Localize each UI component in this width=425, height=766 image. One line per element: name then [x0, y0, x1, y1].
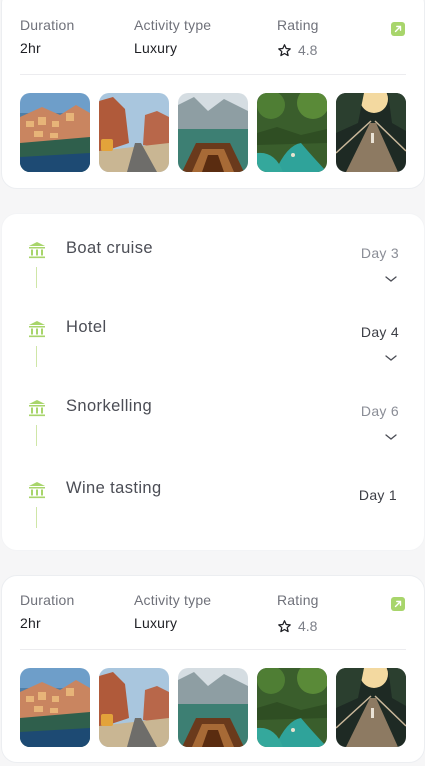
jungle-river-photo[interactable]: [257, 93, 327, 172]
photo-gallery: [20, 668, 406, 747]
coastal-village-photo[interactable]: [20, 93, 90, 172]
external-link-icon[interactable]: [391, 22, 405, 36]
timeline-item-day: Day 3: [360, 245, 399, 261]
coastal-village-photo[interactable]: [20, 668, 90, 747]
rating-display: 4.8: [277, 42, 317, 58]
star-outline-icon: [278, 43, 291, 56]
landmark-icon: [29, 482, 45, 499]
timeline-item[interactable]: Snorkelling Day 6: [2, 397, 424, 477]
timeline-item[interactable]: Wine tasting Day 1: [2, 479, 424, 559]
landmark-icon: [29, 242, 45, 259]
timeline-connector: [36, 346, 37, 367]
timeline-item[interactable]: Hotel Day 4: [2, 318, 424, 398]
timeline-item-day: Day 6: [360, 403, 399, 419]
itinerary-timeline: Boat cruise Day 3 Hotel Day 4 Snorkellin…: [1, 213, 425, 551]
chevron-down-icon[interactable]: [384, 432, 398, 442]
canyon-road-photo[interactable]: [99, 668, 169, 747]
external-link-icon[interactable]: [391, 597, 405, 611]
timeline-item-title: Hotel: [66, 318, 107, 336]
chevron-down-icon[interactable]: [384, 274, 398, 284]
landmark-icon: [29, 321, 45, 338]
landmark-icon: [29, 400, 45, 417]
chevron-down-icon[interactable]: [384, 353, 398, 363]
duration-label: Duration: [20, 592, 75, 608]
activity-type-label: Activity type: [134, 592, 212, 608]
activity-card[interactable]: Duration 2hr Activity type Luxury Rating…: [1, 575, 425, 763]
duration-value: 2hr: [20, 40, 41, 56]
lake-boat-photo[interactable]: [178, 668, 248, 747]
activity-type-value: Luxury: [134, 40, 178, 56]
timeline-connector: [36, 425, 37, 446]
duration-value: 2hr: [20, 615, 41, 631]
jungle-river-photo[interactable]: [257, 668, 327, 747]
timeline-item-title: Boat cruise: [66, 239, 153, 257]
star-outline-icon: [278, 619, 291, 632]
timeline-item-day: Day 1: [358, 487, 397, 503]
rating-display: 4.8: [277, 618, 317, 634]
photo-gallery: [20, 93, 406, 172]
canyon-road-photo[interactable]: [99, 93, 169, 172]
suspension-bridge-photo[interactable]: [336, 93, 406, 172]
rating-label: Rating: [277, 592, 319, 608]
rating-value: 4.8: [298, 618, 318, 634]
rating-value: 4.8: [298, 42, 318, 58]
timeline-item-title: Wine tasting: [66, 479, 162, 497]
timeline-item[interactable]: Boat cruise Day 3: [2, 239, 424, 319]
activity-type-value: Luxury: [134, 615, 178, 631]
activity-card[interactable]: Duration 2hr Activity type Luxury Rating…: [1, 0, 425, 189]
rating-label: Rating: [277, 17, 319, 33]
timeline-connector: [36, 507, 37, 528]
lake-boat-photo[interactable]: [178, 93, 248, 172]
timeline-item-title: Snorkelling: [66, 397, 153, 415]
card-divider: [20, 74, 406, 75]
timeline-item-day: Day 4: [360, 324, 399, 340]
card-divider: [20, 649, 406, 650]
timeline-connector: [36, 267, 37, 288]
activity-type-label: Activity type: [134, 17, 212, 33]
duration-label: Duration: [20, 17, 75, 33]
suspension-bridge-photo[interactable]: [336, 668, 406, 747]
